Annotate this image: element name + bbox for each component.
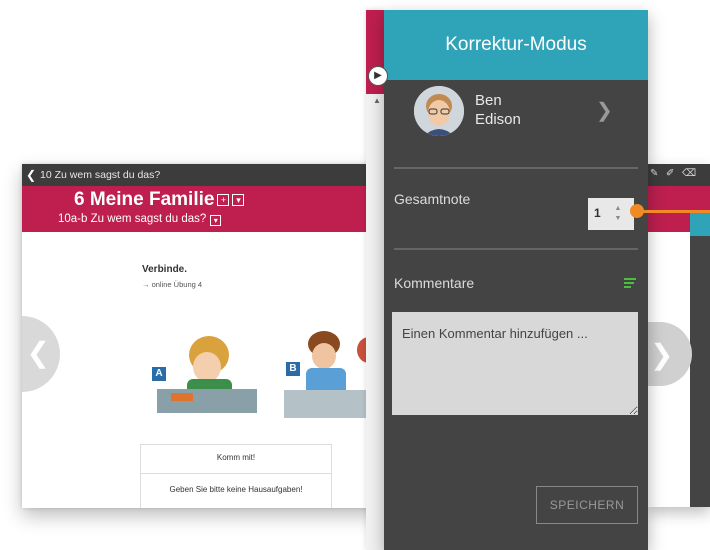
expand-icon[interactable]: + xyxy=(217,194,230,206)
grade-stepper[interactable]: 1 ▲ ▼ xyxy=(588,198,634,230)
dropdown-icon[interactable]: ▾ xyxy=(210,215,222,226)
illustration-a-label: A xyxy=(152,367,166,381)
background-panel-head xyxy=(690,212,710,236)
toggle-panel-icon[interactable]: ▶ xyxy=(368,66,388,86)
chevron-right-icon: ❯ xyxy=(650,339,674,370)
phrase-box-title: Komm mit! xyxy=(216,453,256,462)
comment-list-icon[interactable] xyxy=(624,278,636,290)
lesson-subtitle: 10a-b Zu wem sagst du das? ▾ xyxy=(58,213,222,226)
brush-icon: ✐ xyxy=(666,168,675,179)
student-first-name[interactable]: Ben xyxy=(475,92,502,109)
background-panel-sliver xyxy=(690,214,710,507)
book-body: ❮ Verbinde. → online Übung 4 A B Komm mi… xyxy=(22,232,388,508)
illustration-b-label: B xyxy=(286,362,300,376)
book-topbar: ❮ 10 Zu wem sagst du das? xyxy=(22,164,388,186)
dropdown-icon[interactable]: ▾ xyxy=(232,194,245,206)
save-button[interactable]: SPEICHERN xyxy=(536,486,638,524)
student-last-name[interactable]: Edison xyxy=(475,111,521,128)
scroll-up-icon[interactable]: ▲ xyxy=(373,96,381,105)
previous-page-button[interactable]: ❮ xyxy=(22,316,60,392)
divider xyxy=(394,167,638,169)
chapter-title: 6 Meine Familie + ▾ xyxy=(74,189,245,211)
correction-panel: Korrektur-Modus Ben Edison ❯ Gesamtnote … xyxy=(384,10,648,550)
eraser-icon: ⌫ xyxy=(682,168,697,179)
phrase-box: Komm mit! Geben Sie bitte keine Hausaufg… xyxy=(140,444,332,508)
phrase-item[interactable]: Geben Sie bitte keine Hausaufgaben! xyxy=(141,485,331,494)
background-topbar: ✎ ✐ ⌫ xyxy=(648,164,710,186)
chevron-right-icon[interactable]: ❯ xyxy=(596,98,613,123)
highlight-pointer-line xyxy=(642,210,710,213)
back-icon[interactable]: ❮ xyxy=(22,168,40,182)
online-exercise-link[interactable]: → online Übung 4 xyxy=(142,280,202,289)
grade-value[interactable]: 1 xyxy=(594,206,601,220)
avatar xyxy=(414,86,464,136)
stepper-arrows-icon[interactable]: ▲ ▼ xyxy=(612,204,624,224)
chapter-title-text: 6 Meine Familie xyxy=(74,189,215,210)
divider xyxy=(394,248,638,250)
chevron-left-icon: ❮ xyxy=(26,337,50,368)
comments-label: Kommentare xyxy=(394,275,475,291)
book-page: ❮ 10 Zu wem sagst du das? 6 Meine Famili… xyxy=(22,164,388,508)
panel-title: Korrektur-Modus xyxy=(384,10,648,80)
breadcrumb[interactable]: 10 Zu wem sagst du das? xyxy=(40,169,160,181)
exercise-instruction: Verbinde. xyxy=(142,264,188,275)
student-portrait xyxy=(414,86,464,136)
pen-icon: ✎ xyxy=(650,168,659,179)
lesson-subtitle-text: 10a-b Zu wem sagst du das? xyxy=(58,213,207,225)
comment-input[interactable] xyxy=(392,312,638,415)
grade-label: Gesamtnote xyxy=(394,191,471,207)
phrase-divider xyxy=(141,473,331,474)
book-header: 6 Meine Familie + ▾ 10a-b Zu wem sagst du … xyxy=(22,186,388,232)
